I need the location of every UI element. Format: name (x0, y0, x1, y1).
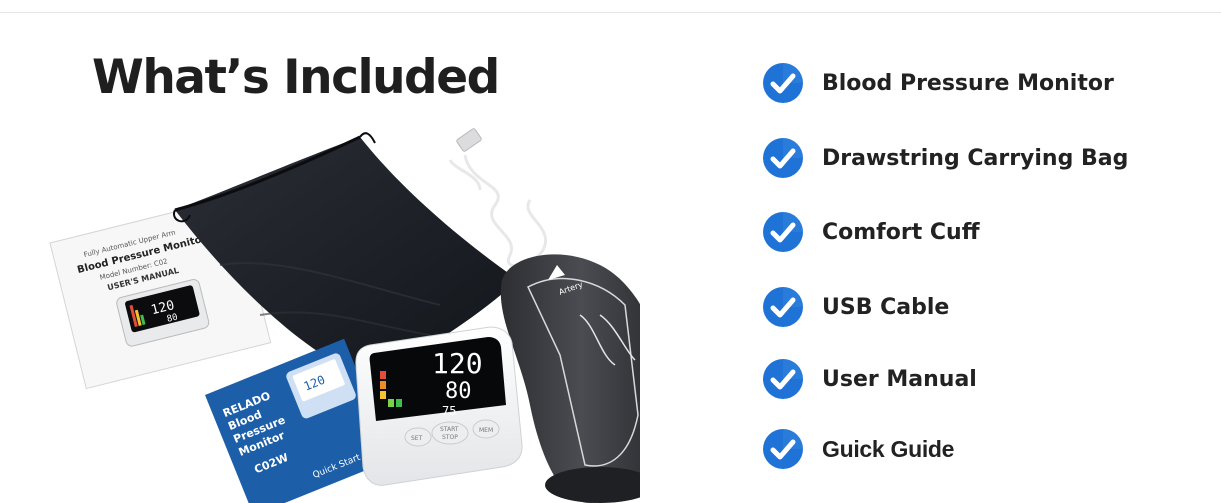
blood-pressure-monitor: 120 80 75 SET START STOP MEM (355, 326, 523, 486)
top-divider (0, 12, 1221, 13)
list-item: Guick Guide (762, 426, 954, 472)
page-title: What’s Included (92, 50, 500, 105)
check-circle-icon (763, 287, 803, 327)
product-photo: Fully Automatic Upper Arm Blood Pressure… (49, 128, 640, 503)
list-item: Drawstring Carrying Bag (762, 135, 1128, 181)
svg-text:MEM: MEM (479, 427, 493, 434)
check-circle-icon (763, 212, 803, 252)
list-item: Blood Pressure Monitor (762, 60, 1114, 106)
svg-text:STOP: STOP (442, 434, 458, 441)
comfort-cuff: Artery (500, 254, 640, 503)
list-item: User Manual (762, 356, 977, 402)
svg-text:120: 120 (432, 347, 483, 380)
list-item: USB Cable (762, 284, 949, 330)
check-circle-icon (763, 359, 803, 399)
list-item: Comfort Cuff (762, 209, 980, 255)
svg-text:START: START (440, 426, 459, 433)
check-circle-icon (763, 138, 803, 178)
svg-text:SET: SET (411, 435, 423, 442)
svg-text:80: 80 (445, 379, 472, 404)
svg-text:75: 75 (442, 404, 456, 418)
item-label: Blood Pressure Monitor (822, 70, 1114, 96)
check-circle-icon (763, 63, 803, 103)
item-label: Guick Guide (822, 435, 955, 462)
item-label: User Manual (822, 366, 977, 392)
item-label: Drawstring Carrying Bag (822, 145, 1129, 171)
check-circle-icon (763, 429, 803, 469)
item-label: Comfort Cuff (822, 219, 980, 245)
item-label: USB Cable (822, 294, 950, 320)
